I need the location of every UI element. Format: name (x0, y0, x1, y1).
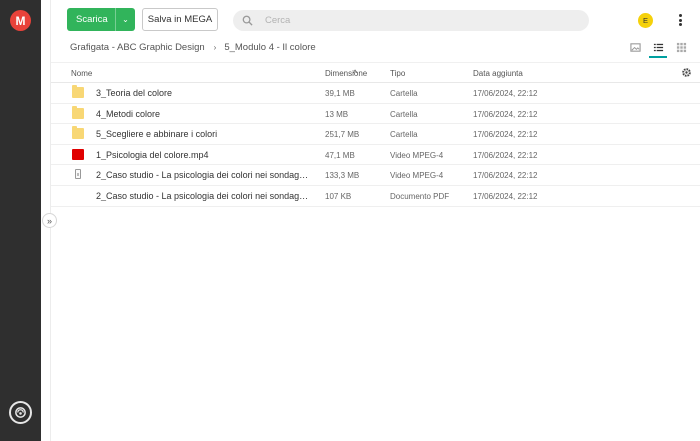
file-name: 4_Metodi colore (96, 108, 161, 119)
folder-icon (72, 85, 84, 98)
file-size: 251,7 MB (325, 130, 360, 140)
table-row[interactable]: 1_Psicologia del colore.mp4 47,1 MB Vide… (51, 145, 700, 166)
file-date: 17/06/2024, 22:12 (473, 109, 538, 119)
column-name-header[interactable]: Nome (71, 69, 92, 78)
table-row[interactable]: 2_Caso studio - La psicologia dei colori… (51, 165, 700, 186)
gallery-view-icon[interactable] (628, 40, 642, 54)
file-type: Video MPEG-4 (390, 150, 444, 160)
sync-glyph-icon (15, 407, 26, 418)
breadcrumb: Grafigata - ABC Graphic Design › 5_Modul… (70, 42, 316, 53)
left-rail: M (0, 0, 41, 441)
file-date: 17/06/2024, 22:12 (473, 150, 538, 160)
table-row[interactable]: 2_Caso studio - La psicologia dei colori… (51, 186, 700, 207)
more-menu-icon[interactable] (677, 12, 683, 28)
mega-logo[interactable]: M (10, 10, 31, 31)
search-input[interactable] (265, 15, 565, 26)
file-type: Documento PDF (390, 191, 450, 201)
file-date: 17/06/2024, 22:12 (473, 171, 538, 181)
avatar[interactable]: E (638, 13, 653, 28)
double-chevron-right-icon: » (46, 215, 52, 226)
download-button[interactable]: Scarica ⌄ (67, 8, 135, 31)
download-label: Scarica (76, 14, 108, 25)
file-date: 17/06/2024, 22:12 (473, 191, 538, 201)
save-to-mega-button[interactable]: Salva in MEGA (142, 8, 218, 31)
file-size: 47,1 MB (325, 150, 355, 160)
file-type: Cartella (390, 109, 418, 119)
file-name: 1_Psicologia del colore.mp4 (96, 149, 209, 160)
file-type: Cartella (390, 130, 418, 140)
folder-icon (72, 105, 84, 119)
file-name: 2_Caso studio - La psicologia dei colori… (96, 170, 311, 181)
table-row[interactable]: 4_Metodi colore 13 MB Cartella 17/06/202… (51, 104, 700, 125)
generic-file-icon (75, 169, 81, 180)
file-name: 2_Caso studio - La psicologia dei colori… (96, 190, 311, 201)
file-type: Cartella (390, 89, 418, 98)
file-date: 17/06/2024, 22:12 (473, 89, 538, 98)
file-type: Video MPEG-4 (390, 171, 444, 181)
file-date: 17/06/2024, 22:12 (473, 130, 538, 140)
grid-view-icon[interactable] (674, 40, 688, 54)
search-bar[interactable] (233, 10, 589, 31)
file-list: 3_Teoria del colore 39,1 MB Cartella 17/… (51, 83, 700, 207)
column-size-header[interactable]: Dimensione (325, 69, 367, 78)
chevron-down-icon[interactable]: ⌄ (116, 15, 135, 24)
file-size: 13 MB (325, 109, 349, 119)
expand-sidebar-button[interactable]: » (42, 213, 57, 228)
column-date-header[interactable]: Data aggiunta (473, 69, 523, 78)
video-file-icon (72, 148, 84, 160)
file-name: 3_Teoria del colore (96, 88, 173, 98)
table-row[interactable]: 5_Scegliere e abbinare i colori 251,7 MB… (51, 124, 700, 145)
breadcrumb-separator-icon: › (213, 43, 217, 52)
folder-icon (72, 126, 84, 140)
column-type-header[interactable]: Tipo (390, 69, 405, 78)
file-name: 5_Scegliere e abbinare i colori (96, 129, 218, 140)
breadcrumb-item-current[interactable]: 5_Modulo 4 - Il colore (224, 42, 315, 53)
file-size: 107 KB (325, 191, 352, 201)
file-table-header: Nome ^ Dimensione Tipo Data aggiunta (51, 62, 700, 83)
list-view-icon[interactable] (649, 40, 667, 58)
table-row[interactable]: 3_Teoria del colore 39,1 MB Cartella 17/… (51, 83, 700, 104)
sync-icon[interactable] (9, 401, 32, 424)
breadcrumb-item-root[interactable]: Grafigata - ABC Graphic Design (70, 42, 205, 53)
search-icon (242, 15, 253, 26)
gear-icon[interactable] (681, 67, 692, 78)
file-size: 39,1 MB (325, 89, 355, 98)
file-size: 133,3 MB (325, 171, 360, 181)
